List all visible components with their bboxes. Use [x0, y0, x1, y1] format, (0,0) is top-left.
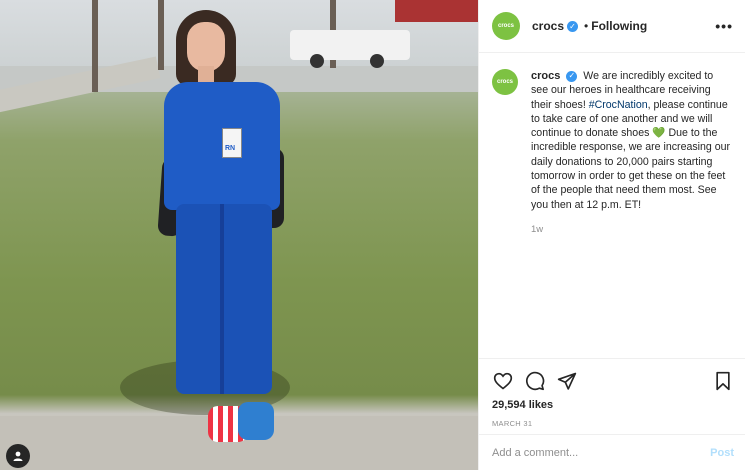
- share-icon[interactable]: [556, 370, 578, 392]
- verified-badge-icon: ✓: [567, 20, 579, 32]
- photo-person: RN: [157, 8, 288, 448]
- caption-text: crocs ✓ We are incredibly excited to see…: [531, 69, 733, 212]
- verified-badge-icon: ✓: [566, 70, 578, 82]
- hashtag-link[interactable]: #CrocNation: [589, 99, 648, 111]
- post-comment-button[interactable]: Post: [710, 447, 734, 459]
- photo-truck: [290, 30, 410, 68]
- comment-input[interactable]: [492, 446, 711, 459]
- caption-age[interactable]: 1w: [531, 224, 733, 235]
- photo-tree: [92, 0, 98, 92]
- caption: crocs crocs ✓ We are incredibly excited …: [492, 69, 733, 212]
- caption-username[interactable]: crocs: [531, 70, 560, 82]
- person-face: [187, 22, 225, 72]
- badge-text: RN: [225, 145, 236, 152]
- bookmark-icon[interactable]: [712, 370, 734, 392]
- add-comment-bar: Post: [479, 434, 745, 470]
- post-side-panel: crocs crocs ✓ • Following ••• crocs croc…: [478, 0, 745, 470]
- like-count[interactable]: 29,594 likes: [492, 399, 734, 411]
- account-avatar[interactable]: crocs: [492, 12, 520, 40]
- heart-icon[interactable]: [492, 370, 514, 392]
- caption-body: Due to the incredible response, we are i…: [531, 127, 731, 211]
- caption-avatar[interactable]: crocs: [492, 69, 518, 95]
- post-photo[interactable]: RN: [0, 0, 478, 470]
- user-icon: [13, 451, 23, 461]
- avatar-logo-text: crocs: [497, 23, 514, 29]
- avatar-logo-text: crocs: [496, 79, 513, 85]
- separator-dot: •: [584, 19, 589, 33]
- tagged-user-button[interactable]: [6, 444, 30, 468]
- person-scrubs-pants: [176, 204, 272, 394]
- account-username[interactable]: crocs: [532, 19, 564, 33]
- action-icons: [492, 359, 734, 395]
- green-heart-emoji: 💚: [652, 127, 666, 140]
- photo-house: [395, 0, 478, 22]
- post-header: crocs crocs ✓ • Following •••: [479, 0, 745, 53]
- post-actions: 29,594 likes MARCH 31 Post: [479, 358, 745, 468]
- person-clog-shoe: [238, 402, 274, 440]
- comment-icon[interactable]: [524, 370, 546, 392]
- comments-section: crocs crocs ✓ We are incredibly excited …: [479, 53, 745, 358]
- person-id-badge: RN: [222, 128, 242, 158]
- more-options-icon[interactable]: •••: [715, 18, 733, 34]
- post-date[interactable]: MARCH 31: [492, 419, 734, 428]
- following-button[interactable]: Following: [591, 19, 647, 33]
- instagram-post: RN crocs crocs ✓ • Following ••• crocs c…: [0, 0, 745, 470]
